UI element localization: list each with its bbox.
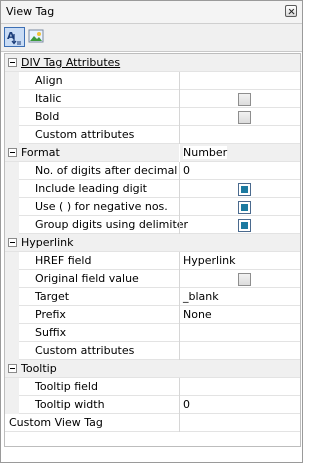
collapse-icon[interactable]	[8, 58, 17, 67]
title-bar: View Tag	[1, 1, 302, 24]
property-name: Custom attributes	[35, 128, 135, 141]
negative-checkbox[interactable]	[238, 201, 251, 214]
property-name: Group digits using delimiter	[35, 218, 189, 231]
property-value[interactable]: None	[183, 308, 212, 321]
italic-checkbox[interactable]	[238, 93, 251, 106]
format-value[interactable]: Number	[183, 146, 228, 159]
category-format[interactable]: Format Number	[5, 144, 300, 162]
bold-checkbox[interactable]	[238, 111, 251, 124]
property-value[interactable]: 0	[183, 164, 190, 177]
property-row-custom-view-tag[interactable]: Custom View Tag	[5, 414, 300, 432]
property-row-target[interactable]: Target _blank	[5, 288, 300, 306]
toolbar: A	[1, 24, 302, 52]
property-name: No. of digits after decimal	[35, 164, 178, 177]
property-row-digits[interactable]: No. of digits after decimal 0	[5, 162, 300, 180]
property-name: Bold	[35, 110, 60, 123]
property-row-negative[interactable]: Use ( ) for negative nos.	[5, 198, 300, 216]
category-label: Format	[21, 146, 60, 159]
property-name: Target	[35, 290, 70, 303]
property-row-group-digits[interactable]: Group digits using delimiter	[5, 216, 300, 234]
sort-alphabetical-icon: A	[7, 31, 21, 45]
panel-title: View Tag	[6, 5, 55, 18]
property-grid: DIV Tag Attributes Align Italic Bold Cus…	[4, 53, 301, 447]
property-name: Custom View Tag	[9, 416, 103, 429]
close-icon[interactable]	[285, 5, 297, 17]
property-name: Use ( ) for negative nos.	[35, 200, 168, 213]
property-name: Original field value	[35, 272, 139, 285]
collapse-icon[interactable]	[8, 148, 17, 157]
property-name: Prefix	[35, 308, 66, 321]
property-row-custom-attributes[interactable]: Custom attributes	[5, 126, 300, 144]
property-name: Italic	[35, 92, 62, 105]
category-label: DIV Tag Attributes	[21, 56, 121, 69]
property-row-bold[interactable]: Bold	[5, 108, 300, 126]
image-button[interactable]	[27, 27, 48, 47]
view-tag-panel: View Tag A DIV Tag Attributes Align Ital…	[0, 0, 303, 463]
property-row-suffix[interactable]: Suffix	[5, 324, 300, 342]
property-value[interactable]: Hyperlink	[183, 254, 236, 267]
property-row-tooltip-field[interactable]: Tooltip field	[5, 378, 300, 396]
property-name: HREF field	[35, 254, 92, 267]
property-row-href[interactable]: HREF field Hyperlink	[5, 252, 300, 270]
property-row-prefix[interactable]: Prefix None	[5, 306, 300, 324]
collapse-icon[interactable]	[8, 364, 17, 373]
property-row-italic[interactable]: Italic	[5, 90, 300, 108]
property-name: Suffix	[35, 326, 67, 339]
property-row-original-value[interactable]: Original field value	[5, 270, 300, 288]
category-div-tag-attributes[interactable]: DIV Tag Attributes	[5, 54, 300, 72]
property-row-tooltip-width[interactable]: Tooltip width 0	[5, 396, 300, 414]
image-icon	[28, 29, 44, 43]
category-hyperlink[interactable]: Hyperlink	[5, 234, 300, 252]
property-name: Custom attributes	[35, 344, 135, 357]
property-value[interactable]: _blank	[183, 290, 219, 303]
group-digits-checkbox[interactable]	[238, 219, 251, 232]
property-row-leading-digit[interactable]: Include leading digit	[5, 180, 300, 198]
sort-alphabetical-button[interactable]: A	[4, 27, 25, 47]
category-label: Tooltip	[21, 362, 57, 375]
collapse-icon[interactable]	[8, 238, 17, 247]
category-tooltip[interactable]: Tooltip	[5, 360, 300, 378]
original-value-checkbox[interactable]	[238, 273, 251, 286]
property-name: Tooltip field	[35, 380, 98, 393]
category-label: Hyperlink	[21, 236, 74, 249]
leading-digit-checkbox[interactable]	[238, 183, 251, 196]
property-name: Align	[35, 74, 63, 87]
property-value[interactable]: 0	[183, 398, 190, 411]
property-name: Include leading digit	[35, 182, 147, 195]
property-name: Tooltip width	[35, 398, 105, 411]
property-row-custom-attributes[interactable]: Custom attributes	[5, 342, 300, 360]
property-row-align[interactable]: Align	[5, 72, 300, 90]
